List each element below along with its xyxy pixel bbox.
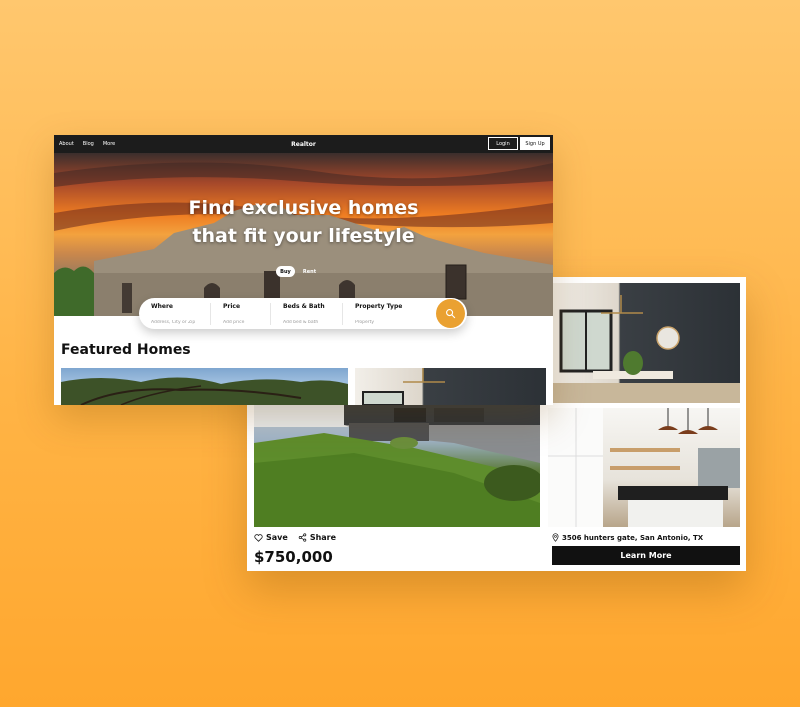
location-pin-icon	[552, 533, 559, 542]
where-input[interactable]	[151, 319, 210, 325]
hero-banner: Find exclusive homes that fit your lifes…	[54, 153, 553, 316]
tree-image	[61, 377, 348, 405]
listing-price: $750,000	[254, 548, 333, 566]
buy-tab[interactable]: Buy	[276, 266, 295, 277]
property-type-label: Property Type	[355, 302, 403, 310]
where-label: Where	[151, 302, 173, 310]
search-field-beds-bath[interactable]: Beds & Bath	[271, 302, 343, 325]
brand-logo[interactable]: Realtor	[291, 141, 316, 148]
hero-title-line-2: that fit your lifestyle	[192, 225, 415, 247]
listing-photo-dining[interactable]	[553, 283, 740, 403]
hero-title: Find exclusive homes that fit your lifes…	[54, 194, 553, 250]
featured-home-photo-2[interactable]	[355, 368, 546, 405]
beds-bath-label: Beds & Bath	[283, 302, 325, 310]
homepage-card: Find exclusive homes that fit your lifes…	[54, 135, 553, 405]
featured-homes-heading: Featured Homes	[61, 342, 191, 358]
dining-image	[553, 295, 740, 403]
nav-links: About Blog More	[59, 141, 115, 147]
listing-photo-kitchen[interactable]	[548, 408, 740, 527]
buy-rent-toggle: Buy Rent	[276, 266, 318, 277]
search-button[interactable]	[436, 299, 465, 328]
save-button[interactable]: Save	[254, 533, 288, 542]
exterior-image	[254, 403, 540, 527]
auth-buttons: Login Sign Up	[488, 137, 550, 150]
save-label: Save	[266, 533, 288, 542]
search-field-where[interactable]: Where	[139, 302, 211, 325]
listing-actions: Save Share	[254, 533, 336, 542]
featured-home-photo-1[interactable]	[61, 368, 348, 405]
nav-link-blog[interactable]: Blog	[83, 141, 94, 147]
hero-title-line-1: Find exclusive homes	[188, 197, 419, 219]
search-field-price[interactable]: Price	[211, 302, 271, 325]
address-text: 3506 hunters gate, San Antonio, TX	[562, 533, 704, 542]
learn-more-button[interactable]: Learn More	[552, 546, 740, 565]
share-icon	[298, 533, 307, 542]
listing-photo-exterior[interactable]	[254, 403, 540, 527]
share-button[interactable]: Share	[298, 533, 336, 542]
property-type-input[interactable]	[355, 319, 427, 325]
search-bar: Where Price Beds & Bath Property Type	[139, 298, 467, 329]
price-input[interactable]	[223, 319, 270, 325]
login-button[interactable]: Login	[488, 137, 518, 150]
share-label: Share	[309, 533, 337, 542]
listing-address: 3506 hunters gate, San Antonio, TX	[552, 533, 703, 542]
nav-link-more[interactable]: More	[103, 141, 115, 147]
kitchen-image	[548, 408, 740, 527]
top-navbar: About Blog More Realtor Login Sign Up	[54, 135, 553, 153]
search-field-property-type[interactable]: Property Type	[343, 303, 427, 325]
nav-link-about[interactable]: About	[59, 141, 74, 147]
signup-button[interactable]: Sign Up	[520, 137, 550, 150]
search-icon	[446, 309, 456, 319]
beds-bath-input[interactable]	[283, 319, 342, 325]
heart-icon	[254, 533, 263, 542]
price-label: Price	[223, 302, 241, 310]
rent-tab[interactable]: Rent	[301, 266, 318, 277]
interior-image	[362, 368, 445, 405]
